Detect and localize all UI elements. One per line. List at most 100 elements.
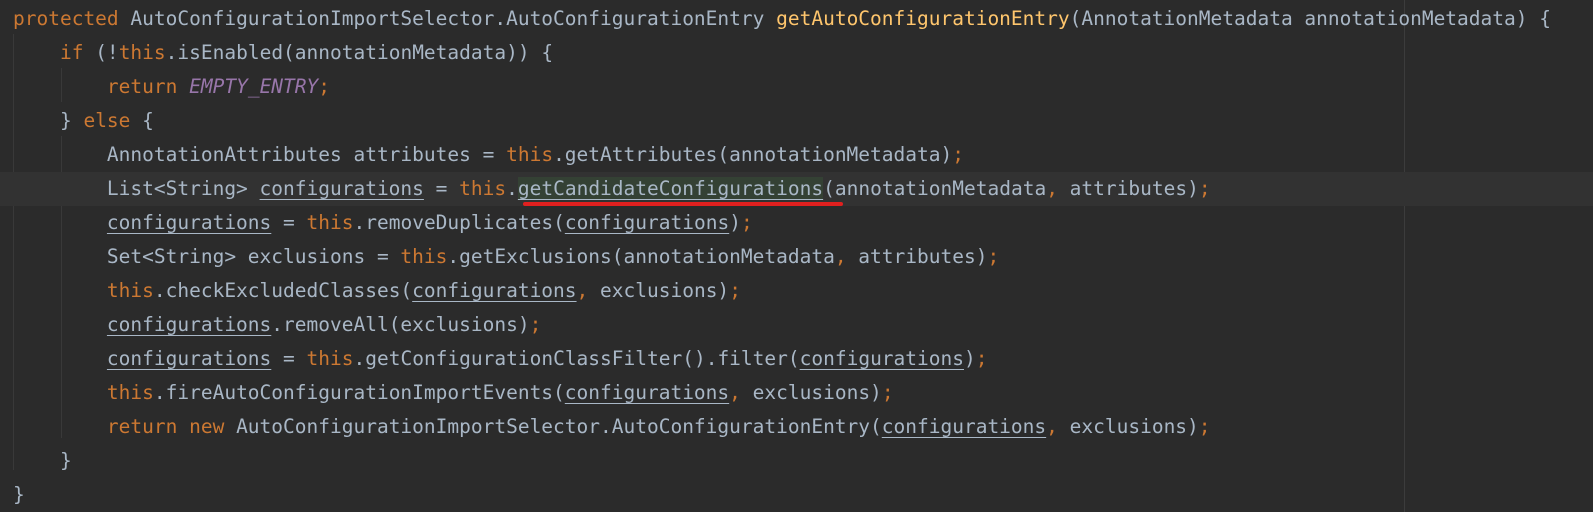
code-token: = [271,211,307,234]
code-token: AutoConfigurationImportSelector.AutoConf… [224,415,882,438]
code-line-text: protected AutoConfigurationImportSelecto… [13,2,1551,36]
code-line-text: configurations = this.removeDuplicates(c… [13,206,753,240]
code-token: (AnnotationMetadata annotationMetadata) … [1069,7,1551,30]
keyword-token: this [306,347,354,370]
variable-token: configurations [564,381,730,404]
code-token: .removeDuplicates( [353,211,565,234]
keyword-token: this [506,143,554,166]
code-line[interactable]: } else { [0,104,1593,138]
code-token: exclusions) [588,279,730,302]
code-line[interactable]: configurations.removeAll(exclusions); [0,308,1593,342]
code-line[interactable]: protected AutoConfigurationImportSelecto… [0,2,1593,36]
code-editor[interactable]: protected AutoConfigurationImportSelecto… [0,0,1593,512]
variable-token: configurations [106,313,272,336]
code-line[interactable]: if (!this.isEnabled(annotationMetadata))… [0,36,1593,70]
code-token: exclusions) [1057,415,1199,438]
constant-token: EMPTY_ENTRY [189,75,319,98]
code-line[interactable]: configurations = this.getConfigurationCl… [0,342,1593,376]
code-line[interactable]: this.checkExcludedClasses(configurations… [0,274,1593,308]
code-line-text: if (!this.isEnabled(annotationMetadata))… [13,36,553,70]
keyword-token: , [1046,177,1058,200]
keyword-token: ; [318,75,331,98]
code-token: attributes) [846,245,988,268]
keyword-token: , [1046,415,1058,438]
keyword-token: , [834,245,847,268]
code-line-text: configurations = this.getConfigurationCl… [13,342,988,376]
code-line[interactable]: this.fireAutoConfigurationImportEvents(c… [0,376,1593,410]
code-line-text: this.checkExcludedClasses(configurations… [13,274,741,308]
code-token: .getExclusions(annotationMetadata [447,245,835,268]
code-line-text: this.fireAutoConfigurationImportEvents(c… [13,376,894,410]
keyword-token: this [459,177,507,200]
code-line-text: List<String> configurations = this.getCa… [13,172,1211,206]
keyword-token: , [576,279,589,302]
method-name-token: getAutoConfigurationEntry [776,7,1070,30]
code-token: ) [729,211,741,234]
variable-token: configurations [799,347,964,370]
code-line[interactable]: Set<String> exclusions = this.getExclusi… [0,240,1593,274]
code-token: = [423,177,460,200]
code-token: .getConfigurationClassFilter().filter( [353,347,800,370]
code-line[interactable]: } [0,478,1593,512]
code-token: attributes) [1057,177,1199,200]
code-token: Set<String> exclusions = [13,245,401,268]
code-line[interactable]: return new AutoConfigurationImportSelect… [0,410,1593,444]
keyword-token: ; [975,347,988,370]
annotation-red-underline [523,202,843,206]
variable-token: configurations [564,211,730,234]
keyword-token: ; [952,143,964,166]
variable-token: configurations [106,211,272,234]
code-token: } [13,109,84,132]
code-token: AnnotationAttributes attributes = [13,143,507,166]
code-line-text: return EMPTY_ENTRY; [13,70,330,104]
variable-token: configurations [106,347,272,370]
code-line-text: } [13,478,25,512]
code-line-current[interactable]: List<String> configurations = this.getCa… [0,172,1593,206]
code-line[interactable]: } [0,444,1593,478]
code-line-text: return new AutoConfigurationImportSelect… [13,410,1211,444]
keyword-token: this [118,41,166,64]
code-line-text: } [13,444,72,478]
code-token: = [271,347,307,370]
variable-token: configurations [412,279,577,302]
keyword-token: this [400,245,448,268]
keyword-token: ; [1198,415,1211,438]
code-token: .removeAll(exclusions) [271,313,530,336]
code-token: (annotationMetadata [823,177,1047,200]
code-line[interactable]: configurations = this.removeDuplicates(c… [0,206,1593,240]
code-token: .getAttributes(annotationMetadata) [553,143,953,166]
keyword-token: if [59,41,84,64]
code-line-text: Set<String> exclusions = this.getExclusi… [13,240,999,274]
code-token: exclusions) [740,381,882,404]
code-token: .checkExcludedClasses( [153,279,413,302]
keyword-token: ; [987,245,1000,268]
code-line[interactable]: AnnotationAttributes attributes = this.g… [0,138,1593,172]
code-token: ) [964,347,976,370]
keyword-token: this [306,211,354,234]
code-line[interactable]: return EMPTY_ENTRY; [0,70,1593,104]
variable-token: configurations [881,415,1047,438]
keyword-token: else [83,109,131,132]
keyword-token: return new [106,415,225,438]
keyword-token: ; [740,211,753,234]
code-token: AutoConfigurationImportSelector.AutoConf… [118,7,777,30]
code-token: List<String> [13,177,260,200]
code-token: { [130,109,154,132]
code-token: .isEnabled(annotationMetadata)) { [165,41,554,64]
highlighted-usage-token: getCandidateConfigurations [517,177,824,200]
keyword-token: this [106,381,154,404]
keyword-token: protected [13,7,119,30]
code-line-text: } else { [13,104,154,138]
keyword-token: ; [529,313,542,336]
keyword-token: , [729,381,741,404]
keyword-token: return [106,75,178,98]
code-token: .fireAutoConfigurationImportEvents( [153,381,565,404]
keyword-token: ; [729,279,741,302]
